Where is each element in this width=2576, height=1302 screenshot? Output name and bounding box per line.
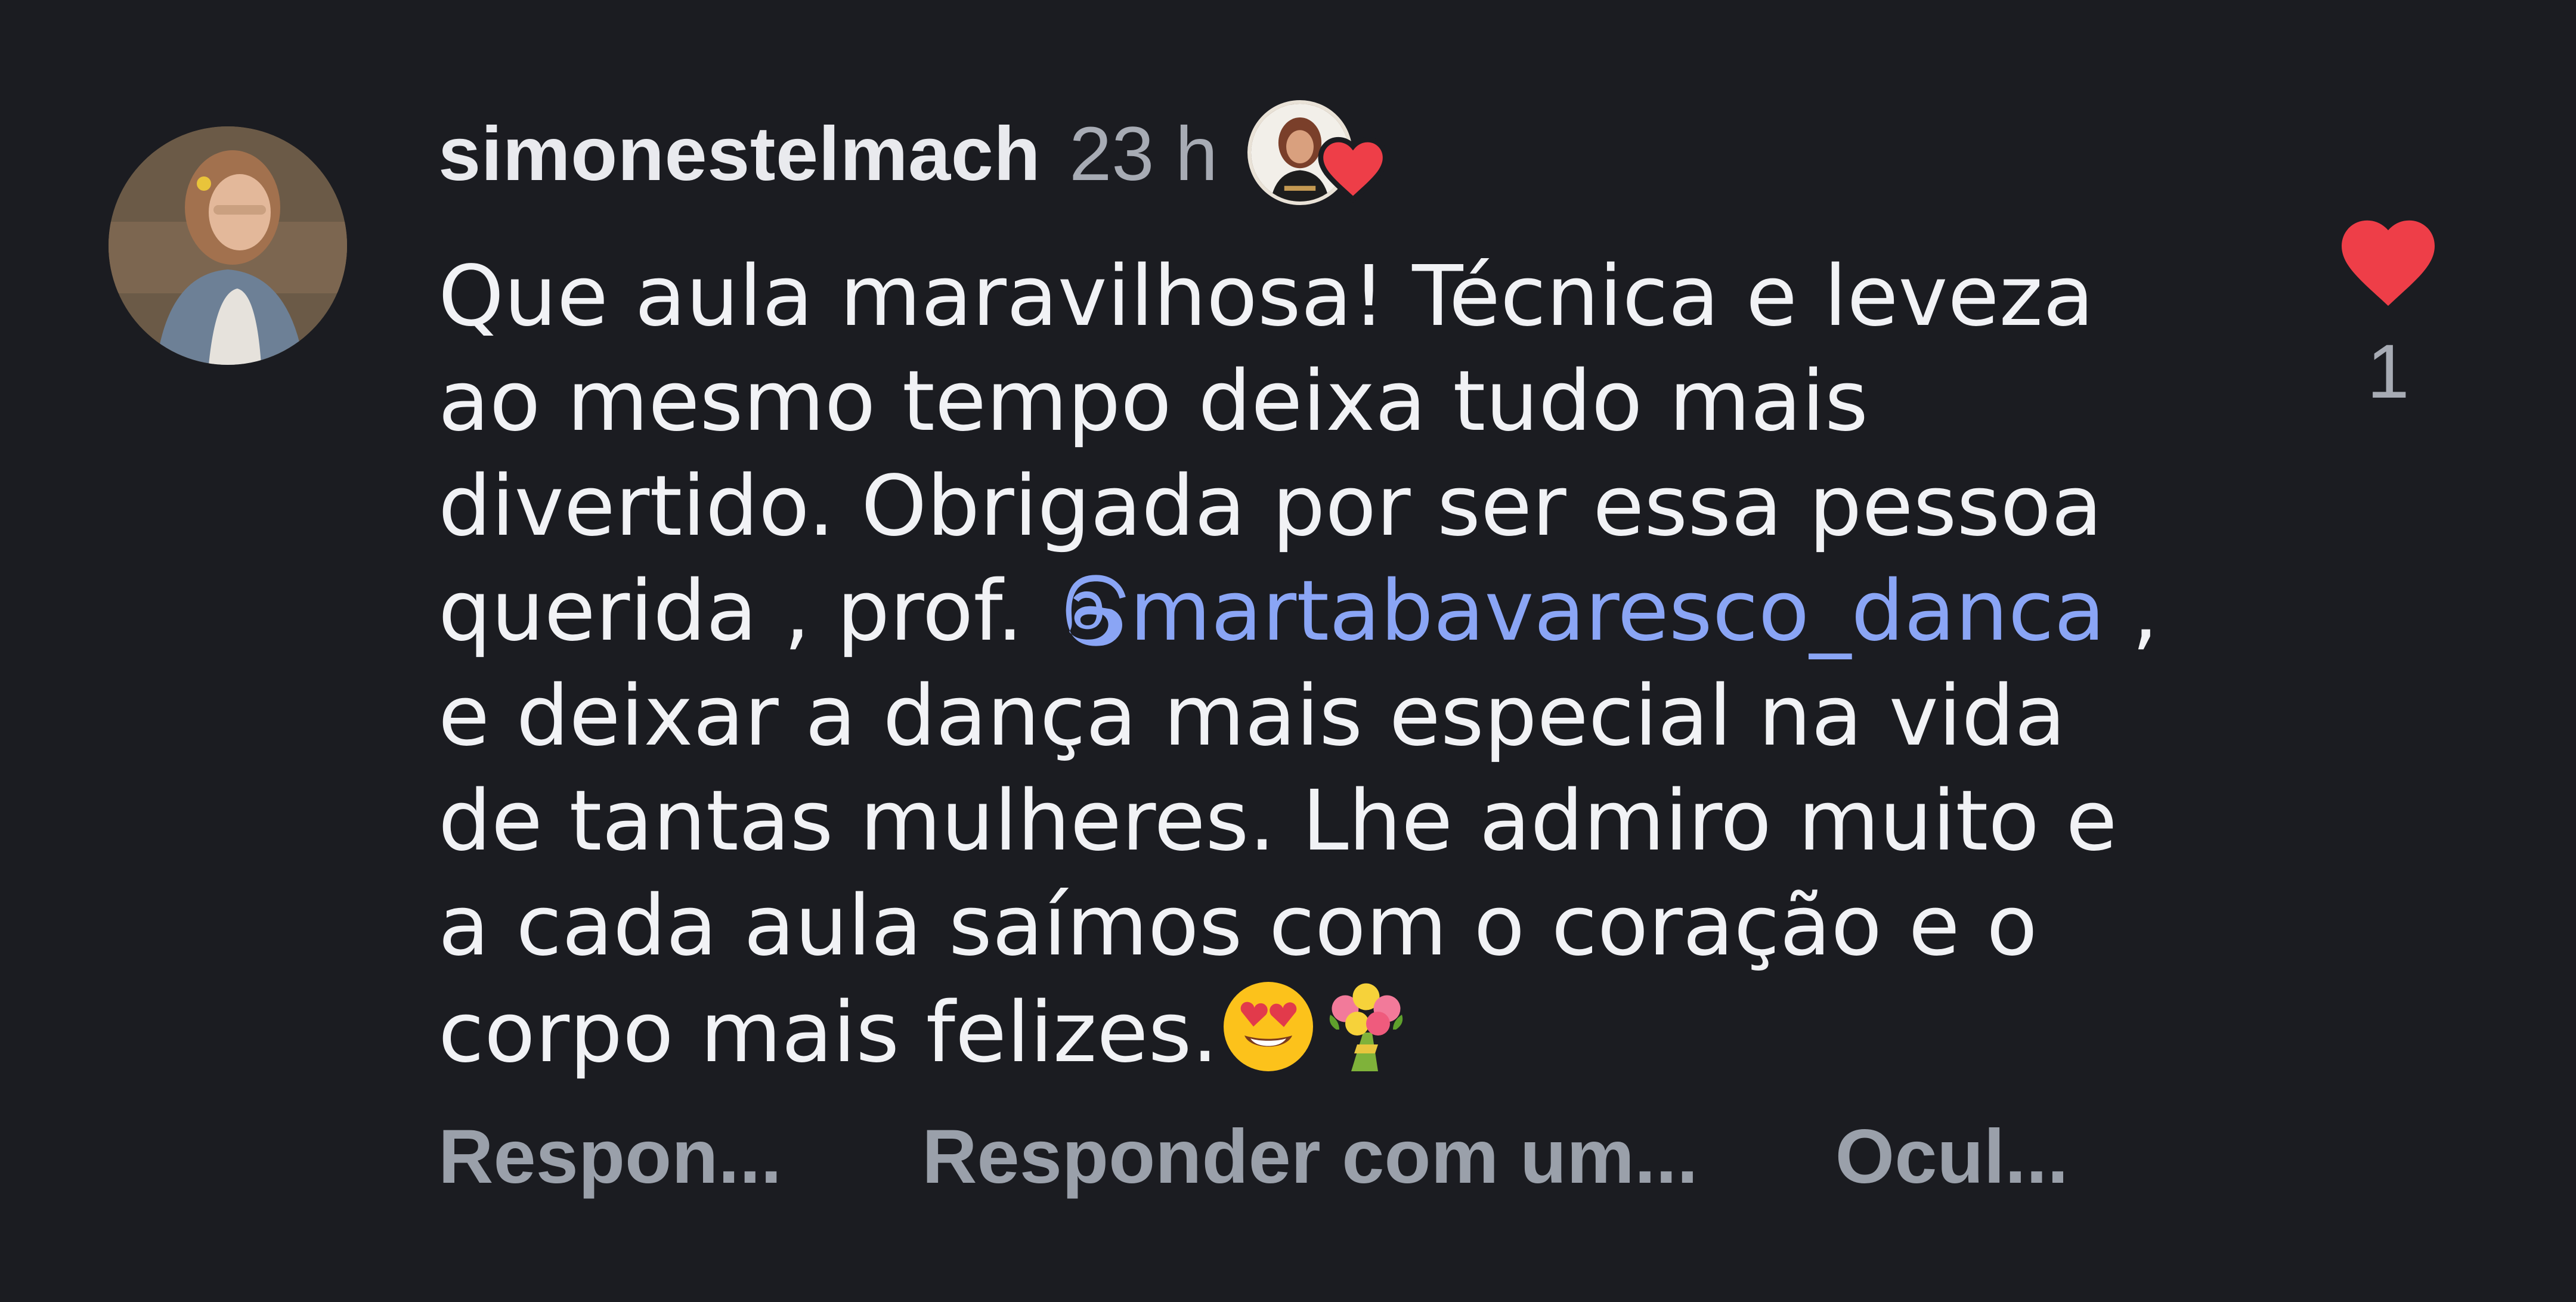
reply-button[interactable]: Respon... (438, 1113, 782, 1201)
mention-link[interactable]: martabavaresco_danca (1049, 563, 2106, 660)
heart-icon (1318, 137, 1388, 203)
hide-button[interactable]: Ocul... (1835, 1113, 2069, 1201)
comment-header: simonestelmach 23 h (438, 100, 1397, 207)
timestamp: 23 h (1069, 111, 1218, 197)
creator-liked-badge (1247, 100, 1397, 207)
username[interactable]: simonestelmach (438, 110, 1041, 198)
mention-text: martabavaresco_danca (1129, 563, 2106, 660)
comment-actions: Respon... Responder com um... Ocul... (438, 1109, 2069, 1204)
bouquet-emoji (1329, 983, 1403, 1071)
reply-with-button[interactable]: Responder com um... (922, 1113, 1698, 1201)
threads-icon (1066, 575, 1126, 646)
comment-item: simonestelmach 23 h Que aula maravilhosa… (0, 0, 2576, 1302)
avatar-photo (109, 126, 347, 365)
comment-text: Que aula maravilhosa! Técnica e leveza a… (438, 244, 2215, 1086)
like-count: 1 (2367, 329, 2410, 414)
heart-eyes-emoji (1224, 982, 1313, 1071)
avatar[interactable] (109, 126, 347, 365)
heart-filled-icon (2342, 220, 2435, 306)
like-button[interactable]: 1 (2332, 209, 2445, 416)
